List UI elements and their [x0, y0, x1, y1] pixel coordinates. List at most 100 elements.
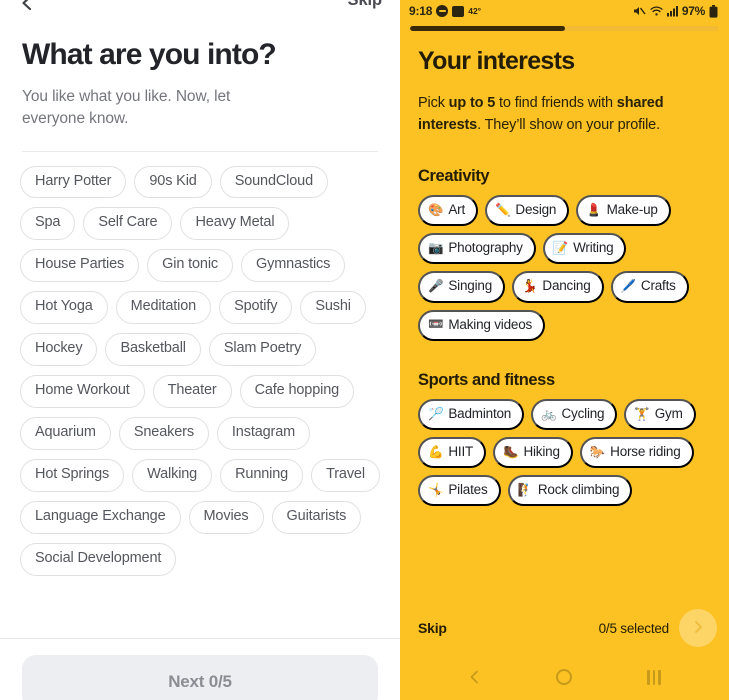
interest-chip[interactable]: Home Workout — [20, 375, 145, 409]
next-fab-button[interactable] — [679, 609, 717, 647]
interest-chip[interactable]: Spotify — [219, 291, 293, 325]
palette-icon: 🎨 — [428, 202, 444, 217]
chip-label: Singing — [448, 278, 493, 294]
interest-chip[interactable]: Aquarium — [20, 417, 111, 451]
interest-chip[interactable]: Cafe hopping — [239, 375, 355, 409]
section-chip-list: 🏸 Badminton 🚲 Cycling 🏋️ Gym 💪 HIIT 🥾 Hiking 🐎 Hors… — [418, 398, 711, 507]
chip-label: Hiking — [523, 443, 560, 459]
volume-muted-icon — [633, 5, 646, 17]
interest-chip[interactable]: 📷 Photography — [418, 233, 536, 265]
interest-chip-list: Harry Potter 90s Kid SoundCloud Spa Self Car… — [0, 152, 400, 638]
interest-chip[interactable]: 💄 Make-up — [576, 194, 671, 227]
interest-chip[interactable]: 🧗 Rock climbing — [507, 475, 633, 507]
interest-chip[interactable]: 💪 HIIT — [418, 436, 487, 469]
battery-icon — [709, 4, 718, 18]
status-bar-left: 9:18 42° — [409, 4, 481, 18]
interest-chip[interactable]: 🚲 Cycling — [531, 398, 618, 430]
interest-chip[interactable]: 📝 Writing — [542, 233, 627, 265]
interest-chip[interactable]: Meditation — [115, 291, 212, 325]
interest-chip[interactable]: 🏋️ Gym — [624, 398, 696, 430]
interest-chip[interactable]: Slam Poetry — [208, 333, 317, 367]
back-chevron-icon[interactable] — [18, 0, 36, 12]
interest-chip[interactable]: Hot Yoga — [20, 291, 108, 325]
chip-label: HIIT — [448, 443, 474, 459]
interest-chip[interactable]: Instagram — [216, 417, 311, 451]
interest-chip[interactable]: Language Exchange — [20, 501, 181, 534]
bottom-action-bar: Skip 0/5 selected — [400, 602, 729, 654]
bicycle-icon: 🚲 — [541, 406, 557, 421]
interests-subtitle: Pick up to 5 to find friends with shared… — [418, 92, 678, 137]
interest-chip[interactable]: Walking — [132, 459, 213, 493]
chevron-right-icon — [690, 619, 706, 638]
right-body: Your interests Pick up to 5 to find frie… — [400, 31, 729, 602]
hiking-boot-icon: 🥾 — [503, 444, 519, 459]
chip-label: Make-up — [606, 201, 658, 217]
section-chip-list: 🎨 Art ✏️ Design 💄 Make-up 📷 Photography 📝 Writing… — [418, 194, 711, 341]
left-screen: Skip What are you into? You like what yo… — [0, 0, 400, 700]
page-title: What are you into? — [22, 38, 277, 71]
interest-chip[interactable]: Self Care — [83, 207, 173, 241]
interest-chip[interactable]: Heavy Metal — [180, 207, 290, 241]
selected-count-label: 0/5 selected — [598, 620, 670, 636]
interest-chip[interactable]: 90s Kid — [134, 165, 212, 199]
battery-percent: 97% — [681, 4, 705, 18]
interest-chip[interactable]: Sushi — [300, 291, 366, 325]
interest-chip[interactable]: Harry Potter — [20, 165, 127, 199]
subtitle-part-2: to find friends with — [495, 95, 617, 111]
interest-chip[interactable]: 🎤 Singing — [418, 271, 506, 303]
interest-chip[interactable]: 🐎 Horse riding — [579, 436, 694, 469]
interest-chip[interactable]: SoundCloud — [219, 165, 329, 199]
interest-chip[interactable]: 💃 Dancing — [512, 271, 604, 303]
section-title: Sports and fitness — [418, 370, 555, 389]
interest-chip[interactable]: Guitarists — [271, 501, 362, 534]
next-button[interactable]: Next 0/5 — [22, 655, 378, 700]
interest-chip[interactable]: 🏸 Badminton — [418, 398, 525, 430]
interest-chip[interactable]: Hot Springs — [20, 459, 125, 493]
skip-button[interactable]: Skip — [418, 620, 447, 636]
interest-chip[interactable]: Hockey — [20, 333, 98, 367]
lipstick-icon: 💄 — [586, 202, 602, 217]
interest-chip[interactable]: Spa — [20, 207, 76, 241]
interest-chip[interactable]: Movies — [188, 501, 264, 534]
interest-chip[interactable]: 🥾 Hiking — [493, 436, 573, 469]
chip-label: Pilates — [448, 482, 488, 498]
videotape-icon: 📼 — [428, 317, 444, 332]
interest-chip[interactable]: 🤸 Pilates — [418, 475, 501, 507]
interest-chip[interactable]: ✏️ Design — [485, 194, 570, 227]
android-home-icon[interactable] — [544, 657, 584, 697]
chip-label: Design — [515, 201, 557, 217]
interest-chip[interactable]: 🎨 Art — [418, 194, 479, 227]
interest-chip[interactable]: Gin tonic — [147, 249, 233, 283]
interest-chip[interactable]: House Parties — [20, 249, 140, 283]
pen-icon: 🖊️ — [620, 279, 637, 294]
climber-icon: 🧗 — [517, 482, 534, 497]
interest-chip[interactable]: 📼 Making videos — [418, 309, 546, 341]
android-navigation-bar — [400, 654, 729, 700]
pilates-icon: 🤸 — [428, 482, 444, 497]
wifi-icon — [650, 5, 663, 17]
left-header: What are you into? You like what you lik… — [0, 22, 400, 152]
interest-chip[interactable]: Gymnastics — [241, 249, 346, 283]
interest-chip[interactable]: Sneakers — [118, 417, 209, 451]
status-bar-right: 97% — [633, 4, 718, 18]
interest-chip[interactable]: Theater — [152, 375, 232, 409]
chip-label: Making videos — [448, 316, 533, 332]
interests-title: Your interests — [418, 47, 575, 75]
chip-label: Rock climbing — [537, 482, 620, 498]
chip-label: Crafts — [640, 278, 676, 294]
left-footer: Next 0/5 — [0, 638, 400, 700]
skip-link[interactable]: Skip — [348, 0, 383, 10]
do-not-disturb-icon — [436, 5, 449, 17]
interest-sections: Creativity 🎨 Art ✏️ Design 💄 Make-up 📷 Photograp… — [418, 167, 711, 507]
android-recents-icon[interactable] — [634, 657, 674, 697]
interest-chip[interactable]: Social Development — [20, 542, 177, 576]
subtitle-part-3: . They’ll show on your profile. — [477, 117, 660, 134]
interest-chip[interactable]: Basketball — [105, 333, 201, 367]
photo-icon — [452, 5, 465, 17]
interest-chip[interactable]: Running — [220, 459, 304, 493]
interest-chip[interactable]: Travel — [311, 459, 380, 493]
weightlifter-icon: 🏋️ — [634, 406, 650, 421]
android-back-icon[interactable] — [455, 657, 495, 697]
interest-chip[interactable]: 🖊️ Crafts — [610, 271, 689, 303]
chip-label: Dancing — [542, 278, 591, 294]
